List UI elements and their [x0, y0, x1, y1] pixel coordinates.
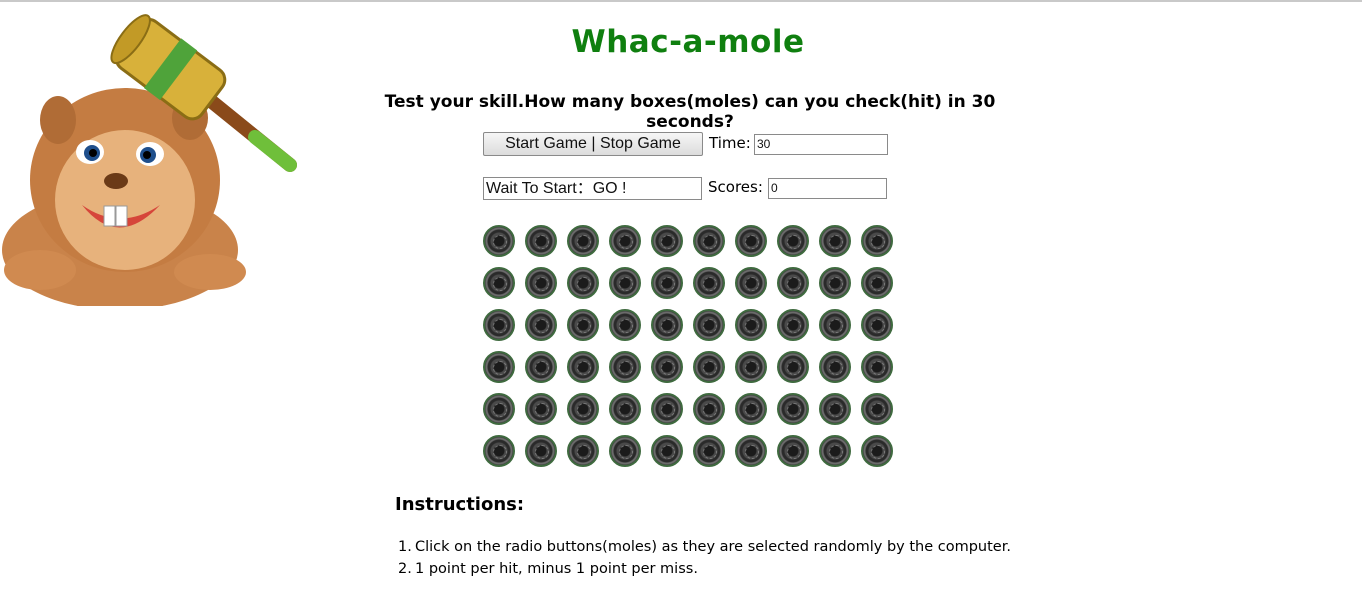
mole-hole-icon[interactable] [609, 351, 641, 383]
mole-hole-icon[interactable] [777, 267, 809, 299]
mole-hole-icon[interactable] [651, 435, 683, 467]
mole-hole-icon[interactable] [735, 225, 767, 257]
mole-hole-icon[interactable] [609, 309, 641, 341]
mole-hole-icon[interactable] [819, 225, 851, 257]
mole-hole-icon[interactable] [861, 393, 893, 425]
instructions-title: Instructions: [395, 494, 525, 515]
mole-hole-icon[interactable] [735, 267, 767, 299]
mole-hole-icon[interactable] [483, 435, 515, 467]
mole-hole-icon[interactable] [861, 435, 893, 467]
mole-hole-icon[interactable] [651, 309, 683, 341]
mole-hole-icon[interactable] [567, 435, 599, 467]
mole-hole-icon[interactable] [819, 351, 851, 383]
mole-hole-icon[interactable] [483, 393, 515, 425]
mole-hole-icon[interactable] [735, 435, 767, 467]
status-field[interactable]: Wait To Start：GO ! [483, 177, 702, 200]
mole-hole-icon[interactable] [651, 351, 683, 383]
start-stop-game-button[interactable]: Start Game | Stop Game [483, 132, 703, 156]
instruction-text: 1 point per hit, minus 1 point per miss. [415, 561, 698, 577]
mole-hole-icon[interactable] [819, 309, 851, 341]
mole-hole-icon[interactable] [483, 267, 515, 299]
mole-hole-icon[interactable] [567, 309, 599, 341]
mole-hole-icon[interactable] [861, 309, 893, 341]
mole-hole-icon[interactable] [525, 225, 557, 257]
mole-hole-icon[interactable] [819, 435, 851, 467]
mole-hole-icon[interactable] [567, 393, 599, 425]
mole-hole-icon[interactable] [693, 267, 725, 299]
mole-hole-icon[interactable] [693, 309, 725, 341]
mole-hole-icon[interactable] [819, 267, 851, 299]
mole-hole-icon[interactable] [819, 393, 851, 425]
beaver-mallet-logo [2, 14, 297, 306]
mole-hole-icon[interactable] [651, 267, 683, 299]
mole-hole-icon[interactable] [777, 309, 809, 341]
mole-hole-icon[interactable] [777, 393, 809, 425]
mole-hole-icon[interactable] [735, 309, 767, 341]
mole-hole-icon[interactable] [693, 225, 725, 257]
mole-hole-icon[interactable] [777, 435, 809, 467]
mole-hole-icon[interactable] [483, 309, 515, 341]
mole-hole-icon[interactable] [735, 351, 767, 383]
mole-hole-icon[interactable] [609, 393, 641, 425]
page-title: Whac-a-mole [571, 24, 805, 60]
time-label: Time: [709, 134, 751, 152]
mole-hole-icon[interactable] [735, 393, 767, 425]
mole-hole-icon[interactable] [567, 351, 599, 383]
mole-hole-icon[interactable] [525, 435, 557, 467]
mole-hole-icon[interactable] [609, 435, 641, 467]
mole-hole-icon[interactable] [567, 225, 599, 257]
mole-hole-icon[interactable] [861, 225, 893, 257]
mole-hole-icon[interactable] [609, 225, 641, 257]
mole-hole-icon[interactable] [567, 267, 599, 299]
mole-hole-icon[interactable] [651, 393, 683, 425]
mole-hole-icon[interactable] [777, 225, 809, 257]
mole-hole-icon[interactable] [651, 225, 683, 257]
mole-hole-icon[interactable] [483, 225, 515, 257]
instruction-item: 2. 1 point per hit, minus 1 point per mis… [398, 559, 1011, 581]
mole-hole-icon[interactable] [483, 351, 515, 383]
page-subtitle: Test your skill.How many boxes(moles) ca… [384, 92, 996, 132]
mole-hole-icon[interactable] [861, 267, 893, 299]
instruction-number: 1. [398, 539, 412, 555]
mole-hole-icon[interactable] [525, 267, 557, 299]
mole-hole-icon[interactable] [525, 351, 557, 383]
mole-hole-icon[interactable] [777, 351, 809, 383]
mole-hole-icon[interactable] [525, 309, 557, 341]
mole-hole-icon[interactable] [861, 351, 893, 383]
mole-board [483, 225, 893, 467]
mole-hole-icon[interactable] [525, 393, 557, 425]
instructions-list: 1. Click on the radio buttons(moles) as t… [398, 537, 1011, 581]
instruction-item: 1. Click on the radio buttons(moles) as t… [398, 537, 1011, 559]
time-field[interactable]: 30 [754, 134, 888, 155]
mole-hole-icon[interactable] [693, 351, 725, 383]
instruction-number: 2. [398, 561, 412, 577]
scores-label: Scores: [708, 178, 763, 196]
mole-hole-icon[interactable] [609, 267, 641, 299]
scores-field[interactable]: 0 [768, 178, 887, 199]
mole-hole-icon[interactable] [693, 435, 725, 467]
mole-hole-icon[interactable] [693, 393, 725, 425]
instruction-text: Click on the radio buttons(moles) as the… [415, 539, 1011, 555]
